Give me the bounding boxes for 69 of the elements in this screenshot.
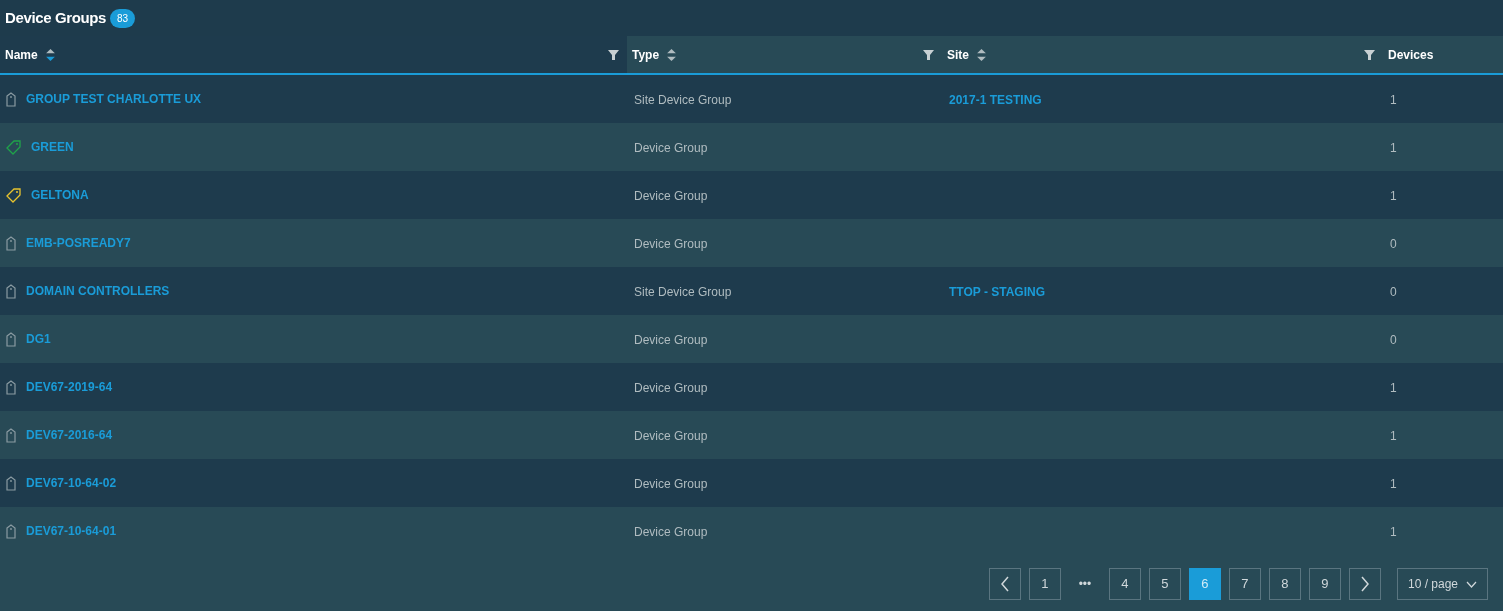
page-button[interactable]: 4 (1108, 568, 1141, 600)
column-label: Site (947, 46, 969, 64)
sort-icon[interactable] (45, 48, 55, 61)
badge-icon (6, 91, 16, 107)
device-count: 1 (1390, 189, 1397, 203)
badge-icon (6, 379, 16, 395)
more-pages-button[interactable]: ••• (1068, 568, 1101, 600)
page-button[interactable]: 1 (1028, 568, 1061, 600)
group-type: Device Group (634, 381, 708, 395)
previous-page-button[interactable] (988, 568, 1021, 600)
group-type: Device Group (634, 477, 708, 491)
group-type: Device Group (634, 141, 708, 155)
group-name-link[interactable]: DEV67-2019-64 (26, 378, 113, 396)
page-button[interactable]: 7 (1228, 568, 1261, 600)
group-name-link[interactable]: DEV67-10-64-02 (26, 474, 117, 492)
column-label: Type (632, 46, 660, 64)
group-name-link[interactable]: DG1 (26, 330, 51, 348)
filter-icon[interactable] (608, 49, 619, 60)
group-type: Device Group (634, 429, 708, 443)
sort-icon[interactable] (977, 48, 986, 61)
device-count: 1 (1390, 429, 1397, 443)
page-button[interactable]: 9 (1308, 568, 1341, 600)
chevron-right-icon (1359, 576, 1370, 592)
site-link[interactable]: 2017-1 TESTING (949, 93, 1042, 107)
filter-icon[interactable] (1364, 49, 1375, 60)
page-button[interactable]: 8 (1268, 568, 1301, 600)
group-type: Device Group (634, 525, 708, 539)
sort-icon[interactable] (667, 48, 677, 61)
group-type: Device Group (634, 333, 708, 347)
group-name-link[interactable]: EMB-POSREADY7 (26, 234, 131, 252)
badge-icon (6, 235, 16, 251)
device-count: 1 (1390, 381, 1397, 395)
group-type: Device Group (634, 189, 708, 203)
device-count: 1 (1390, 525, 1397, 539)
filter-icon[interactable] (923, 49, 934, 60)
column-header[interactable]: Type (627, 36, 942, 73)
chevron-down-icon (1466, 580, 1477, 588)
group-type: Site Device Group (634, 93, 732, 107)
device-count: 0 (1390, 237, 1397, 251)
page-title: Device Groups (5, 7, 106, 28)
page-button[interactable]: 6 (1188, 568, 1221, 600)
column-label: Name (5, 46, 38, 64)
group-name-link[interactable]: DOMAIN CONTROLLERS (26, 282, 170, 300)
group-name-link[interactable]: GELTONA (31, 186, 89, 204)
device-count: 1 (1390, 141, 1397, 155)
device-count: 0 (1390, 333, 1397, 347)
badge-icon (6, 523, 16, 539)
column-label: Devices (1388, 46, 1434, 64)
group-name-link[interactable]: GROUP TEST CHARLOTTE UX (26, 90, 202, 108)
page-size-select[interactable]: 10 / page (1396, 568, 1488, 600)
device-count: 1 (1390, 93, 1397, 107)
badge-icon (6, 427, 16, 443)
count-badge: 83 (110, 8, 136, 28)
next-page-button[interactable] (1348, 568, 1381, 600)
device-count: 0 (1390, 285, 1397, 299)
badge-icon (6, 475, 16, 491)
group-name-link[interactable]: DEV67-2016-64 (26, 426, 113, 444)
group-name-link[interactable]: DEV67-10-64-01 (26, 522, 117, 540)
group-name-link[interactable]: GREEN (31, 138, 74, 156)
group-type: Device Group (634, 237, 708, 251)
page-button[interactable]: 5 (1148, 568, 1181, 600)
column-header[interactable]: Devices (1383, 36, 1503, 73)
badge-icon (6, 331, 16, 347)
column-header[interactable]: Site (942, 36, 1383, 73)
group-type: Site Device Group (634, 285, 732, 299)
chevron-left-icon (999, 576, 1010, 592)
badge-icon (6, 283, 16, 299)
device-count: 1 (1390, 477, 1397, 491)
site-link[interactable]: TTOP - STAGING (949, 285, 1045, 299)
